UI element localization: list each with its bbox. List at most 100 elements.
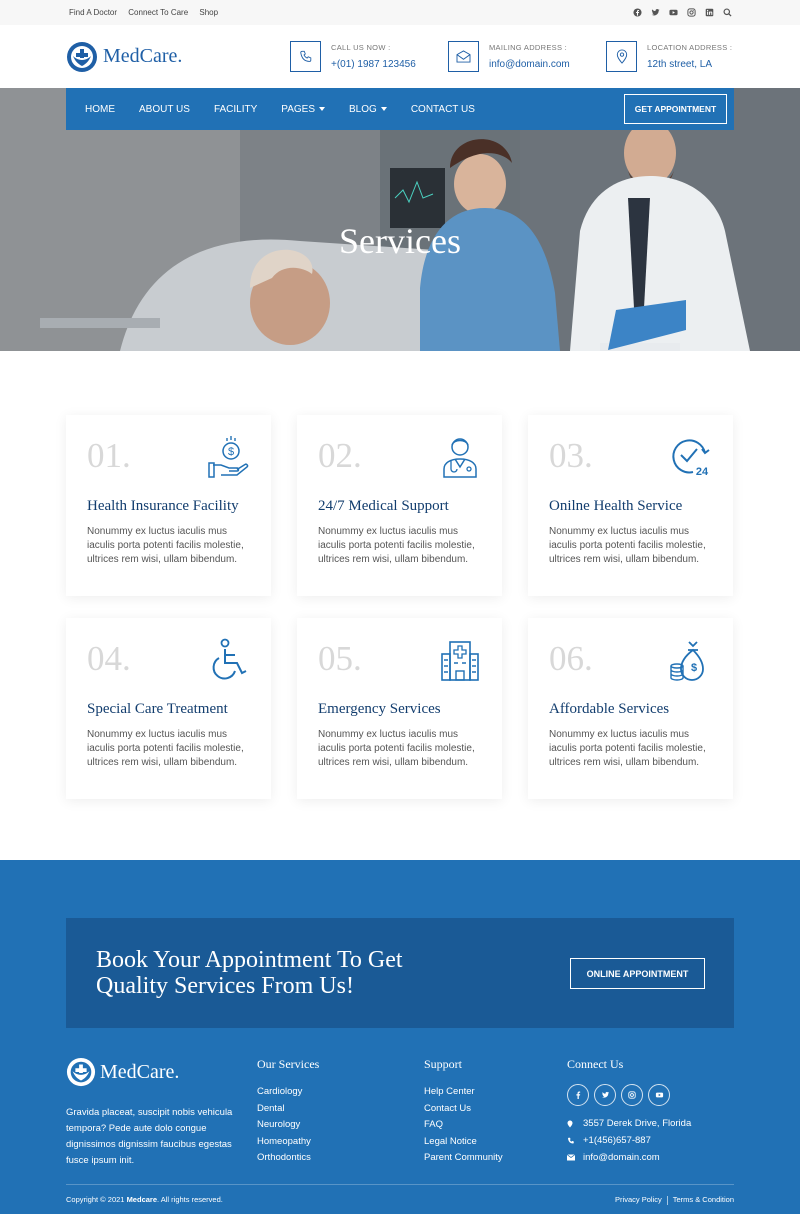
legal-links: Privacy Policy Terms & Condition [610, 1195, 734, 1205]
get-appointment-button[interactable]: GET APPOINTMENT [624, 94, 727, 124]
footer-address-text: 3557 Derek Drive, Florida [583, 1118, 692, 1129]
footer-services-title: Our Services [257, 1057, 320, 1071]
shop-link[interactable]: Shop [199, 8, 218, 17]
terms-link[interactable]: Terms & Condition [673, 1195, 734, 1204]
nav-about[interactable]: ABOUT US [139, 104, 190, 115]
twitter-icon[interactable] [651, 8, 660, 17]
footer-phone: +1(456)657-887 [567, 1135, 691, 1146]
footer-link-faq[interactable]: FAQ [424, 1119, 503, 1130]
service-title[interactable]: Emergency Services [318, 701, 482, 718]
location-pin-icon [567, 1120, 583, 1128]
nav-pages[interactable]: PAGES [281, 104, 326, 115]
nav-home-label: HOME [85, 103, 115, 115]
hospital-icon [441, 641, 479, 681]
service-card[interactable]: 02. 24/7 Medical Support Nonummy ex luct… [297, 415, 502, 596]
instagram-icon[interactable] [621, 1084, 643, 1106]
nav-about-label: ABOUT US [139, 103, 190, 115]
site-footer: Book Your Appointment To Get Quality Ser… [0, 860, 800, 1214]
service-card[interactable]: 01. $ Health Insurance Facility Nonummy … [66, 415, 271, 596]
contact-mail: MAILING ADDRESS : info@domain.com [448, 41, 606, 72]
service-description: Nonummy ex luctus iaculis mus iaculis po… [549, 729, 706, 768]
contact-location: LOCATION ADDRESS : 12th street, LA [606, 41, 764, 72]
footer-about-text: Gravida placeat, suscipit nobis vehicula… [66, 1107, 233, 1166]
twitter-icon[interactable] [594, 1084, 616, 1106]
service-title[interactable]: Onilne Health Service [549, 498, 713, 515]
chevron-down-icon [380, 107, 387, 111]
youtube-icon[interactable] [669, 8, 678, 17]
contact-phone-label: CALL US NOW : [331, 43, 391, 52]
wheelchair-icon [212, 638, 247, 680]
footer-link-legal-notice[interactable]: Legal Notice [424, 1136, 503, 1147]
contact-phone-value[interactable]: +(01) 1987 123456 [331, 59, 416, 70]
footer-logo[interactable]: MedCare. [66, 1057, 179, 1087]
service-description: Nonummy ex luctus iaculis mus iaculis po… [87, 729, 244, 768]
footer-link-contact-us[interactable]: Contact Us [424, 1103, 503, 1114]
services-grid: 01. $ Health Insurance Facility Nonummy … [66, 415, 734, 799]
linkedin-icon[interactable] [705, 8, 714, 17]
mail-icon [448, 41, 479, 72]
copyright: Copyright © 2021 Medcare. All rights res… [66, 1195, 223, 1205]
appointment-cta-banner: Book Your Appointment To Get Quality Ser… [66, 918, 734, 1028]
phone-icon [567, 1137, 583, 1145]
footer-email-text[interactable]: info@domain.com [583, 1152, 660, 1163]
service-description: Nonummy ex luctus iaculis mus iaculis po… [549, 526, 706, 565]
service-title[interactable]: Health Insurance Facility [87, 498, 251, 515]
site-header: MedCare. CALL US NOW : +(01) 1987 123456… [0, 25, 800, 88]
service-title[interactable]: Affordable Services [549, 701, 713, 718]
copyright-brand: Medcare [126, 1195, 157, 1204]
contact-mail-value[interactable]: info@domain.com [489, 59, 570, 70]
contact-mail-label: MAILING ADDRESS : [489, 43, 568, 52]
footer-link-orthodontics[interactable]: Orthodontics [257, 1152, 319, 1163]
footer-brand-name: MedCare. [100, 1060, 180, 1083]
chevron-down-icon [319, 107, 326, 111]
nav-home[interactable]: HOME [85, 104, 115, 115]
main-navbar: HOME ABOUT US FACILITY PAGES BLOG CONTAC… [66, 88, 734, 130]
cta-line-2: Quality Services From Us! [96, 973, 354, 999]
footer-link-homeopathy[interactable]: Homeopathy [257, 1136, 319, 1147]
money-bag-icon: $ [670, 641, 704, 681]
doctor-icon [443, 438, 477, 478]
footer-address: 3557 Derek Drive, Florida [567, 1118, 691, 1129]
service-description: Nonummy ex luctus iaculis mus iaculis po… [87, 526, 244, 565]
footer-phone-text[interactable]: +1(456)657-887 [583, 1135, 651, 1146]
brand-logo[interactable]: MedCare. [66, 41, 182, 73]
youtube-icon[interactable] [648, 1084, 670, 1106]
service-card[interactable]: 03. 24 Onilne Health Service Nonummy ex … [528, 415, 733, 596]
nav-facility-label: FACILITY [213, 103, 258, 115]
service-title[interactable]: 24/7 Medical Support [318, 498, 482, 515]
service-title[interactable]: Special Care Treatment [87, 701, 251, 718]
online-appointment-button[interactable]: ONLINE APPOINTMENT [570, 958, 705, 989]
find-doctor-link[interactable]: Find A Doctor [69, 8, 117, 17]
service-card[interactable]: 04. Special Care Treatment Nonummy ex lu… [66, 618, 271, 799]
footer-connect-title: Connect Us [567, 1057, 624, 1071]
medcare-logo-icon [67, 41, 97, 72]
instagram-icon[interactable] [687, 8, 696, 17]
contact-phone: CALL US NOW : +(01) 1987 123456 [290, 41, 448, 72]
nav-contact[interactable]: CONTACT US [411, 104, 475, 115]
service-card[interactable]: 06. $ Affordable Services Nonummy ex luc… [528, 618, 733, 799]
medcare-logo-icon [66, 1057, 96, 1087]
divider [666, 1195, 668, 1205]
privacy-policy-link[interactable]: Privacy Policy [615, 1195, 662, 1204]
facebook-icon[interactable] [633, 8, 642, 17]
footer-link-help-center[interactable]: Help Center [424, 1086, 503, 1097]
service-card[interactable]: 05. Emergency Services Nonummy ex luctus… [297, 618, 502, 799]
footer-link-dental[interactable]: Dental [257, 1103, 319, 1114]
top-links: Find A Doctor Connect To Care Shop [69, 8, 227, 17]
footer-link-parent-community[interactable]: Parent Community [424, 1152, 503, 1163]
footer-link-cardiology[interactable]: Cardiology [257, 1086, 319, 1097]
service-description: Nonummy ex luctus iaculis mus iaculis po… [318, 729, 475, 768]
connect-to-care-link[interactable]: Connect To Care [128, 8, 188, 17]
service-description: Nonummy ex luctus iaculis mus iaculis po… [318, 526, 475, 565]
search-icon[interactable] [723, 8, 732, 17]
footer-link-neurology[interactable]: Neurology [257, 1119, 319, 1130]
top-social [633, 8, 732, 17]
nav-facility[interactable]: FACILITY [214, 104, 257, 115]
mail-icon [567, 1154, 583, 1161]
footer-connect-column: Connect Us 3557 Derek Drive, Florida +1(… [567, 1057, 691, 1163]
cta-line-1: Book Your Appointment To Get [96, 947, 403, 973]
nav-blog[interactable]: BLOG [349, 104, 387, 115]
facebook-icon[interactable] [567, 1084, 589, 1106]
footer-services-column: Our Services Cardiology Dental Neurology… [257, 1057, 319, 1169]
header-contacts: CALL US NOW : +(01) 1987 123456 MAILING … [290, 41, 764, 72]
